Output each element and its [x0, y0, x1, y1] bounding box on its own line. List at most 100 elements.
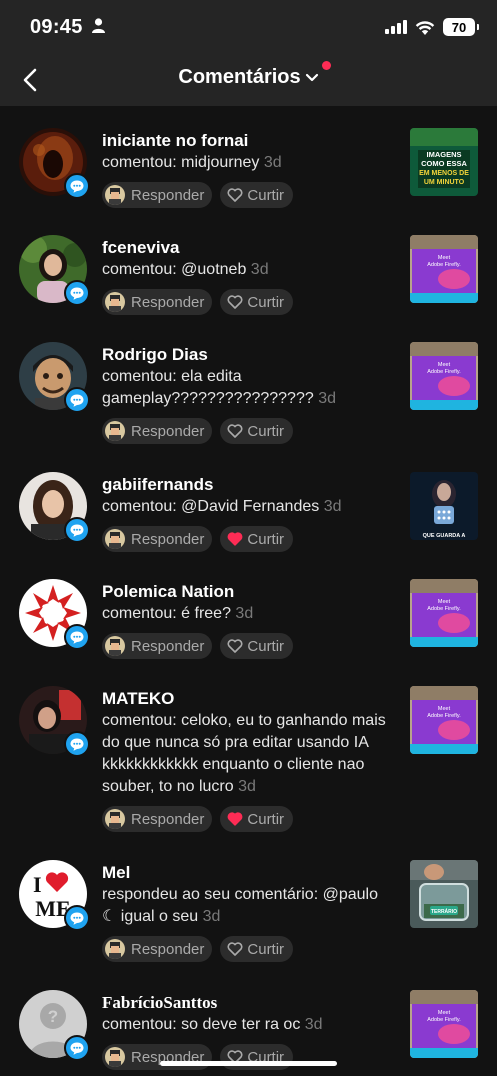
comment-badge: [64, 387, 90, 413]
reply-button[interactable]: Responder: [102, 182, 213, 208]
like-button[interactable]: Curtir: [220, 633, 294, 659]
username[interactable]: Polemica Nation: [102, 581, 394, 603]
thumbnail-image: Meet Adobe Firefly.: [410, 235, 478, 303]
video-thumbnail[interactable]: Meet Adobe Firefly.: [410, 579, 478, 647]
logo-letter-i: I: [33, 872, 42, 897]
comment-body: comentou: ela edita gameplay????????????…: [102, 368, 314, 407]
action-row: Responder Curtir: [102, 418, 394, 444]
thumbnail-image: IMAGENS COMO ESSA EM MENOS DE UM MINUTO: [410, 128, 478, 196]
video-thumbnail[interactable]: QUE GUARDA A: [410, 472, 478, 540]
heart-outline-icon: [227, 295, 243, 309]
thumbnail-image: Meet Adobe Firefly.: [410, 990, 478, 1058]
like-button[interactable]: Curtir: [220, 806, 294, 832]
status-bar: 09:45 70: [0, 0, 497, 54]
avatar[interactable]: [19, 342, 90, 413]
reply-button[interactable]: Responder: [102, 806, 213, 832]
like-button[interactable]: Curtir: [220, 936, 294, 962]
like-button[interactable]: Curtir: [220, 182, 294, 208]
heart-filled-icon: [228, 812, 243, 826]
thumb-line-1: TERRÁRIO: [431, 908, 457, 915]
home-indicator[interactable]: [160, 1061, 337, 1066]
reply-label: Responder: [131, 810, 205, 828]
username[interactable]: Rodrigo Dias: [102, 344, 394, 366]
comment-body: comentou: midjourney: [102, 154, 260, 171]
like-label: Curtir: [247, 186, 285, 204]
comment-badge: [64, 905, 90, 931]
like-label: Curtir: [247, 422, 285, 440]
like-button[interactable]: Curtir: [220, 526, 294, 552]
reply-label: Responder: [131, 530, 205, 548]
timestamp: 3d: [202, 908, 221, 925]
notification-content: Polemica Nation comentou: é free? 3d Res…: [102, 581, 394, 659]
avatar[interactable]: [19, 579, 90, 650]
username[interactable]: gabiifernands: [102, 474, 394, 496]
thumb-line-1: Meet: [438, 706, 451, 712]
username[interactable]: iniciante no fornai: [102, 130, 394, 152]
comment-bubble-icon: [70, 631, 84, 644]
comment-badge: [64, 731, 90, 757]
thumb-line-2: Adobe Firefly.: [427, 262, 461, 268]
avatar[interactable]: I ME: [19, 860, 90, 931]
timestamp: 3d: [238, 778, 256, 795]
my-avatar-icon: [105, 292, 125, 312]
like-label: Curtir: [247, 810, 285, 828]
username[interactable]: FabrícioSanttos: [102, 992, 394, 1014]
thumb-line-1: Meet: [438, 1010, 451, 1016]
like-label: Curtir: [247, 637, 285, 655]
like-button[interactable]: Curtir: [220, 1044, 294, 1070]
chevron-down-icon: [305, 73, 318, 81]
comment-badge: [64, 280, 90, 306]
avatar[interactable]: [19, 128, 90, 199]
title-dropdown[interactable]: Comentários: [0, 66, 497, 89]
notification-content: MATEKO comentou: celoko, eu to ganhando …: [102, 688, 394, 832]
avatar[interactable]: [19, 235, 90, 306]
comment-bubble-icon: [70, 912, 84, 925]
comment-text: comentou: é free? 3d: [102, 603, 394, 625]
comment-bubble-icon: [70, 394, 84, 407]
my-avatar-icon: [105, 636, 125, 656]
video-thumbnail[interactable]: Meet Adobe Firefly.: [410, 990, 478, 1058]
reply-button[interactable]: Responder: [102, 1044, 213, 1070]
reply-button[interactable]: Responder: [102, 633, 213, 659]
thumb-line-4: UM MINUTO: [424, 179, 465, 186]
comment-text: comentou: so deve ter ra oc 3d: [102, 1014, 394, 1036]
notification-content: fceneviva comentou: @uotneb 3d Responder…: [102, 237, 394, 315]
thumbnail-image: QUE GUARDA A: [410, 472, 478, 540]
timestamp: 3d: [250, 261, 269, 278]
avatar[interactable]: [19, 686, 90, 757]
thumbnail-image: Meet Adobe Firefly.: [410, 686, 478, 754]
video-thumbnail[interactable]: Meet Adobe Firefly.: [410, 235, 478, 303]
avatar[interactable]: ?: [19, 990, 90, 1061]
like-button[interactable]: Curtir: [220, 418, 294, 444]
username[interactable]: MATEKO: [102, 688, 394, 710]
thumb-line-2: COMO ESSA: [421, 159, 467, 168]
comment-badge: [64, 624, 90, 650]
heart-outline-icon: [227, 188, 243, 202]
video-thumbnail[interactable]: IMAGENS COMO ESSA EM MENOS DE UM MINUTO: [410, 128, 478, 196]
reply-button[interactable]: Responder: [102, 936, 213, 962]
comment-bubble-icon: [70, 738, 84, 751]
header-bar: Comentários: [0, 54, 497, 106]
reply-label: Responder: [131, 940, 205, 958]
video-thumbnail[interactable]: Meet Adobe Firefly.: [410, 342, 478, 410]
avatar[interactable]: [19, 472, 90, 543]
thumb-line-2: Adobe Firefly.: [427, 713, 461, 719]
username[interactable]: fceneviva: [102, 237, 394, 259]
comment-text: comentou: @David Fernandes 3d: [102, 496, 394, 518]
action-row: Responder Curtir: [102, 936, 394, 962]
reply-button[interactable]: Responder: [102, 289, 213, 315]
thumbnail-image: TERRÁRIO: [410, 860, 478, 928]
action-row: Responder Curtir: [102, 633, 394, 659]
action-row: Responder Curtir: [102, 182, 394, 208]
username[interactable]: Mel: [102, 862, 394, 884]
svg-text:?: ?: [48, 1007, 58, 1026]
video-thumbnail[interactable]: TERRÁRIO: [410, 860, 478, 928]
like-button[interactable]: Curtir: [220, 289, 294, 315]
video-thumbnail[interactable]: Meet Adobe Firefly.: [410, 686, 478, 754]
reply-button[interactable]: Responder: [102, 526, 213, 552]
comment-text: comentou: celoko, eu to ganhando mais do…: [102, 710, 394, 798]
like-label: Curtir: [247, 293, 285, 311]
comment-body: comentou: é free?: [102, 605, 231, 622]
reply-button[interactable]: Responder: [102, 418, 213, 444]
signal-icon: [385, 20, 407, 34]
